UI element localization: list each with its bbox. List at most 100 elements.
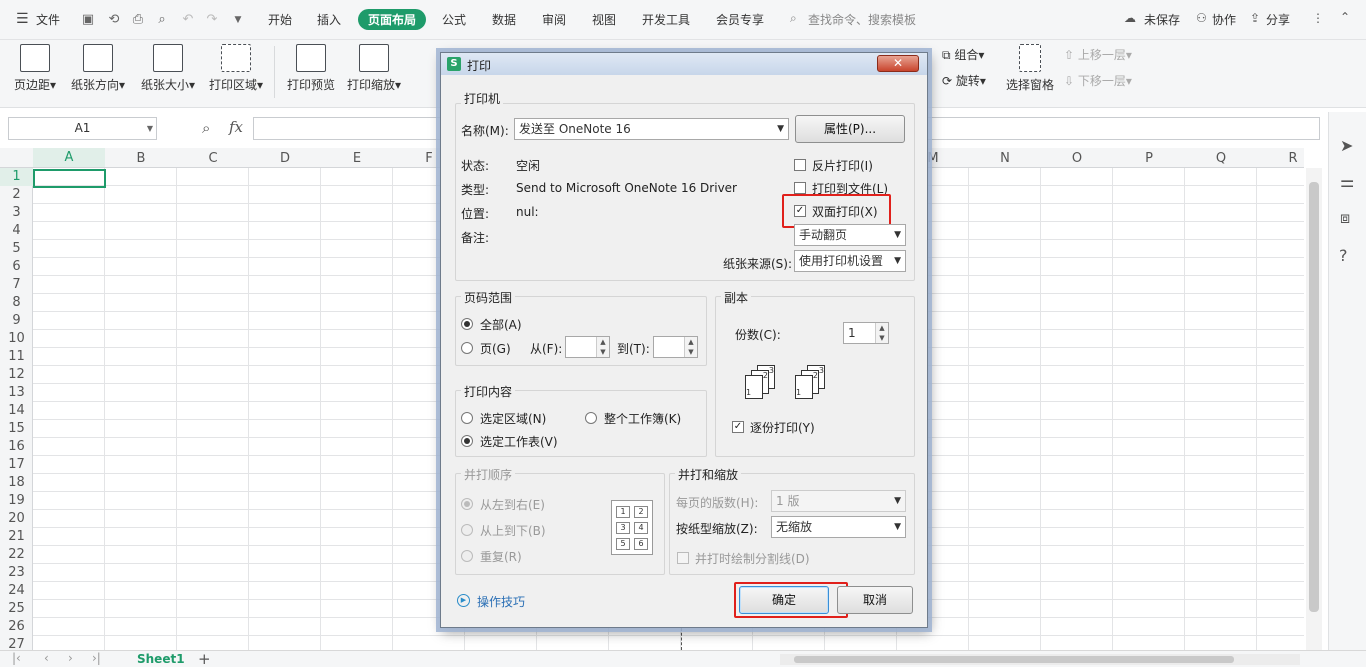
last-sheet-icon[interactable]: ›| bbox=[92, 651, 101, 665]
from-page-input[interactable]: ▲ ▼ bbox=[565, 336, 610, 358]
row-header-cell[interactable]: 6 bbox=[0, 258, 33, 276]
print-icon[interactable]: ⎙ bbox=[130, 12, 146, 28]
collapse-icon[interactable]: ⌃ bbox=[1340, 10, 1350, 24]
row-header-cell[interactable]: 10 bbox=[0, 330, 33, 348]
range-all-radio[interactable] bbox=[461, 318, 473, 330]
row-header-cell[interactable]: 20 bbox=[0, 510, 33, 528]
column-header-cell[interactable]: R bbox=[1257, 151, 1329, 166]
next-sheet-icon[interactable]: › bbox=[68, 651, 73, 665]
select-pane-button[interactable]: 选择窗格 bbox=[1004, 44, 1056, 93]
column-header-cell[interactable]: C bbox=[177, 151, 249, 166]
tab-member[interactable]: 会员专享 bbox=[716, 11, 764, 28]
hscroll-thumb[interactable] bbox=[794, 656, 1234, 663]
column-header-cell[interactable]: O bbox=[1041, 151, 1113, 166]
duplex-mode-select[interactable]: 手动翻页 ▼ bbox=[794, 224, 906, 246]
row-header-cell[interactable]: 22 bbox=[0, 546, 33, 564]
row-header-cell[interactable]: 23 bbox=[0, 564, 33, 582]
properties-button[interactable]: 属性(P)... bbox=[795, 115, 905, 143]
unsaved-status[interactable]: 未保存 bbox=[1144, 11, 1180, 28]
tips-link[interactable]: 操作技巧 bbox=[477, 593, 525, 610]
row-header-cell[interactable]: 9 bbox=[0, 312, 33, 330]
column-header-cell[interactable]: P bbox=[1113, 151, 1185, 166]
sheet-tab[interactable]: Sheet1 bbox=[137, 652, 185, 666]
column-header-cell[interactable]: E bbox=[321, 151, 393, 166]
range-pages-radio[interactable] bbox=[461, 342, 473, 354]
name-box[interactable]: A1 ▼ bbox=[8, 117, 157, 140]
row-header-cell[interactable]: 7 bbox=[0, 276, 33, 294]
row-header-cell[interactable]: 18 bbox=[0, 474, 33, 492]
row-header-cell[interactable]: 12 bbox=[0, 366, 33, 384]
row-header-cell[interactable]: 17 bbox=[0, 456, 33, 474]
tab-home[interactable]: 开始 bbox=[268, 11, 292, 28]
column-header-cell[interactable]: B bbox=[105, 151, 177, 166]
horizontal-scrollbar[interactable] bbox=[780, 654, 1300, 665]
column-header-cell[interactable]: A bbox=[33, 148, 105, 167]
tab-formulas[interactable]: 公式 bbox=[442, 11, 466, 28]
help-icon[interactable]: ? bbox=[1339, 246, 1348, 265]
print-to-file-checkbox[interactable] bbox=[794, 182, 806, 194]
row-header-cell[interactable]: 26 bbox=[0, 618, 33, 636]
selected-cell[interactable] bbox=[33, 169, 106, 188]
row-header-cell[interactable]: 15 bbox=[0, 420, 33, 438]
print-scale-button[interactable]: 打印缩放▾ bbox=[344, 44, 404, 93]
row-header-cell[interactable]: 25 bbox=[0, 600, 33, 618]
collate-checkbox[interactable]: ✓ bbox=[732, 421, 744, 433]
spinner-icon[interactable]: ▲ ▼ bbox=[875, 323, 888, 343]
bring-forward-button[interactable]: ⇧ 上移一层▾ bbox=[1064, 46, 1132, 63]
undo-icon[interactable]: ↶ bbox=[180, 12, 196, 28]
format-painter-icon[interactable]: ⟲ bbox=[106, 12, 122, 28]
row-header-cell[interactable]: 2 bbox=[0, 186, 33, 204]
redo-icon[interactable]: ↷ bbox=[204, 12, 220, 28]
size-button[interactable]: 纸张大小▾ bbox=[138, 44, 198, 93]
column-header-cell[interactable]: N bbox=[969, 151, 1041, 166]
search-command[interactable]: 查找命令、搜索模板 bbox=[808, 11, 916, 28]
scroll-thumb[interactable] bbox=[1309, 182, 1319, 612]
row-header-cell[interactable]: 21 bbox=[0, 528, 33, 546]
orientation-button[interactable]: 纸张方向▾ bbox=[68, 44, 128, 93]
column-header-cell[interactable]: Q bbox=[1185, 151, 1257, 166]
dropdown-icon[interactable]: ▼ bbox=[230, 12, 246, 28]
paper-source-select[interactable]: 使用打印机设置 ▼ bbox=[794, 250, 906, 272]
fx-icon[interactable]: fx bbox=[229, 118, 243, 136]
close-icon[interactable]: ✕ bbox=[877, 55, 919, 72]
more-icon[interactable]: ⋮ bbox=[1312, 11, 1324, 25]
ttb-radio[interactable] bbox=[461, 524, 473, 536]
send-backward-button[interactable]: ⇩ 下移一层▾ bbox=[1064, 72, 1132, 89]
margin-button[interactable]: 页边距▾ bbox=[10, 44, 60, 93]
row-header-cell[interactable]: 19 bbox=[0, 492, 33, 510]
to-page-input[interactable]: ▲ ▼ bbox=[653, 336, 698, 358]
per-page-select[interactable]: 1 版 ▼ bbox=[771, 490, 906, 512]
group-button[interactable]: ⧉ 组合▾ bbox=[942, 46, 984, 63]
vertical-scrollbar[interactable] bbox=[1306, 168, 1322, 650]
file-menu[interactable]: 文件 bbox=[36, 11, 60, 28]
shape-icon[interactable]: ⧈ bbox=[1340, 208, 1350, 228]
tab-review[interactable]: 审阅 bbox=[542, 11, 566, 28]
sliders-icon[interactable]: ⚌ bbox=[1340, 172, 1354, 191]
row-header-cell[interactable]: 14 bbox=[0, 402, 33, 420]
zoom-icon[interactable]: ⌕ bbox=[202, 119, 210, 137]
divider-checkbox[interactable] bbox=[677, 552, 689, 564]
repeat-radio[interactable] bbox=[461, 550, 473, 562]
cancel-button[interactable]: 取消 bbox=[837, 586, 913, 614]
spinner-icon[interactable]: ▲ ▼ bbox=[596, 337, 609, 357]
tab-developer[interactable]: 开发工具 bbox=[642, 11, 690, 28]
tab-view[interactable]: 视图 bbox=[592, 11, 616, 28]
row-header-cell[interactable]: 1 bbox=[0, 168, 33, 186]
print-preview-button[interactable]: 打印预览 bbox=[284, 44, 338, 93]
copies-input[interactable]: 1 ▲ ▼ bbox=[843, 322, 889, 344]
paper-scale-select[interactable]: 无缩放 ▼ bbox=[771, 516, 906, 538]
share-button[interactable]: 分享 bbox=[1266, 11, 1290, 28]
row-header-cell[interactable]: 3 bbox=[0, 204, 33, 222]
tab-data[interactable]: 数据 bbox=[492, 11, 516, 28]
row-header-cell[interactable]: 5 bbox=[0, 240, 33, 258]
tab-insert[interactable]: 插入 bbox=[317, 11, 341, 28]
row-header-cell[interactable]: 4 bbox=[0, 222, 33, 240]
menu-icon[interactable]: ☰ bbox=[16, 11, 29, 27]
print-area-button[interactable]: 打印区域▾ bbox=[206, 44, 266, 93]
collab-button[interactable]: 协作 bbox=[1212, 11, 1236, 28]
reverse-print-checkbox[interactable] bbox=[794, 159, 806, 171]
row-header-cell[interactable]: 11 bbox=[0, 348, 33, 366]
row-header-cell[interactable]: 13 bbox=[0, 384, 33, 402]
row-header-cell[interactable]: 24 bbox=[0, 582, 33, 600]
prev-sheet-icon[interactable]: ‹ bbox=[44, 651, 49, 665]
